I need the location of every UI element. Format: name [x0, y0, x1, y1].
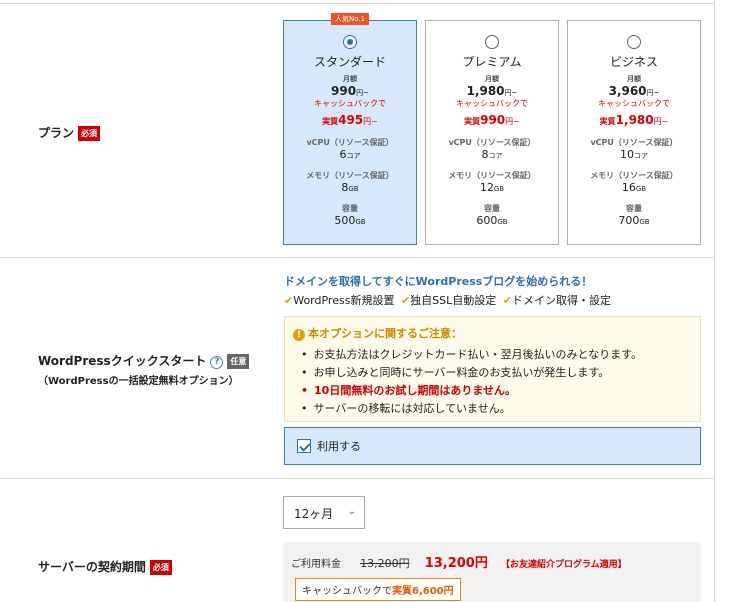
- memory-label: メモリ（リソース保証）: [448, 171, 536, 180]
- notice-item: サーバーの移転には対応していません。: [301, 400, 692, 418]
- vcpu-value: 8コア: [481, 148, 503, 161]
- price-summary: ご利用料金 13,200円 13,200円 【お友達紹介プログラム適用】 キャッ…: [283, 542, 701, 602]
- cashback-label: キャッシュバックで: [598, 99, 670, 108]
- vcpu-label: vCPU（リソース保証）: [306, 138, 394, 147]
- check-icon: ✔: [284, 294, 294, 307]
- vcpu-value: 6コア: [339, 148, 361, 161]
- help-icon[interactable]: ?: [210, 356, 224, 369]
- storage-value: 500GB: [334, 214, 366, 227]
- notice-box: !本オプションに関するご注意： お支払方法はクレジットカード払い・翌月後払いのみ…: [284, 316, 701, 422]
- check-icon: ✔: [502, 294, 512, 307]
- alert-icon: !: [293, 329, 305, 341]
- plan-price: 3,960円~: [608, 84, 660, 98]
- plan-card-business[interactable]: ビジネス 月額 3,960円~ キャッシュバックで 実質1,980円~ vCPU…: [567, 20, 701, 245]
- original-price: 13,200円: [360, 557, 410, 570]
- storage-value: 700GB: [618, 214, 650, 227]
- optional-badge: 任意: [227, 354, 250, 369]
- promo-note: 【お友達紹介プログラム適用】: [500, 560, 627, 570]
- chevron-down-icon: ⌄: [347, 506, 356, 517]
- plan-price: 990円~: [331, 84, 369, 98]
- wp-quickstart-label: WordPressクイックスタート? 任意: [38, 352, 250, 369]
- vcpu-label: vCPU（リソース保証）: [448, 138, 536, 147]
- memory-value: 12GB: [479, 181, 505, 194]
- required-badge: 必須: [78, 126, 101, 141]
- storage-value: 600GB: [476, 214, 508, 227]
- plan-card-premium[interactable]: プレミアム 月額 1,980円~ キャッシュバックで 実質990円~ vCPU（…: [425, 20, 559, 245]
- memory-label: メモリ（リソース保証）: [306, 171, 394, 180]
- cashback-label: キャッシュバックで: [314, 99, 386, 108]
- notice-title: ! 本オプションに関するご注意：: [293, 325, 692, 341]
- wp-headline: ドメインを取得してすぐにWordPressブログを始められる！: [284, 275, 593, 288]
- wp-quickstart-sublabel: （WordPressの一括設定無料オプション）: [38, 376, 239, 387]
- plan-name: ビジネス: [609, 55, 658, 69]
- checkbox-checked-icon[interactable]: [297, 439, 311, 453]
- popular-badge: 人気No.1: [330, 13, 370, 25]
- feature-item: WordPress新規設置: [293, 294, 395, 307]
- section-divider: [0, 257, 714, 258]
- price-label: 月額: [627, 75, 641, 83]
- effective-price: 実質990円~: [464, 113, 520, 127]
- storage-label: 容量: [626, 204, 642, 213]
- plan-radio[interactable]: [343, 35, 357, 49]
- cashback-badge: キャッシュバックで実質6,600円: [295, 578, 461, 601]
- required-badge: 必須: [149, 560, 172, 575]
- plan-name: プレミアム: [462, 55, 522, 69]
- feature-item: ドメイン取得・設定: [511, 294, 611, 307]
- check-icon: ✔: [400, 294, 411, 307]
- storage-label: 容量: [484, 204, 500, 213]
- plan-radio[interactable]: [485, 35, 499, 49]
- contract-term-select[interactable]: 12ヶ月 ⌄: [283, 496, 365, 529]
- plan-price: 1,980円~: [466, 84, 518, 98]
- section-divider: [0, 478, 714, 479]
- discount-price: 13,200円: [424, 556, 488, 571]
- memory-value: 8GB: [341, 181, 359, 194]
- use-option-checkbox[interactable]: 利用する: [284, 427, 701, 465]
- use-label: 利用する: [317, 440, 361, 453]
- contract-term-label: サーバーの契約期間 必須: [38, 558, 172, 575]
- cashback-label: キャッシュバックで: [456, 99, 528, 108]
- plan-label: プラン 必須: [38, 124, 101, 141]
- plan-name: スタンダード: [313, 55, 386, 69]
- fee-label: ご利用料金: [291, 559, 341, 570]
- effective-price: 実質1,980円~: [599, 113, 669, 127]
- memory-value: 16GB: [621, 181, 647, 194]
- plan-radio[interactable]: [627, 35, 641, 49]
- vcpu-label: vCPU（リソース保証）: [590, 138, 678, 147]
- notice-item: お支払方法はクレジットカード払い・翌月後払いのみとなります。: [301, 346, 692, 364]
- vcpu-value: 10コア: [620, 148, 648, 161]
- notice-item: お申し込みと同時にサーバー料金のお支払いが発生します。: [301, 364, 692, 382]
- plan-card-standard[interactable]: 人気No.1 スタンダード 月額 990円~ キャッシュバックで 実質495円~…: [283, 13, 417, 245]
- storage-label: 容量: [342, 204, 358, 213]
- notice-item-warning: 10日間無料のお試し期間はありません。: [301, 382, 692, 400]
- notice-list: お支払方法はクレジットカード払い・翌月後払いのみとなります。 お申し込みと同時に…: [293, 346, 692, 418]
- top-border: [0, 3, 714, 4]
- right-edge-border: [714, 0, 715, 602]
- wp-feature-list: ✔WordPress新規設置 ✔独自SSL自動設定 ✔ドメイン取得・設定: [284, 292, 611, 308]
- effective-price: 実質495円~: [322, 113, 378, 127]
- price-label: 月額: [485, 75, 499, 83]
- price-label: 月額: [343, 75, 357, 83]
- memory-label: メモリ（リソース保証）: [590, 171, 678, 180]
- feature-item: 独自SSL自動設定: [410, 294, 497, 307]
